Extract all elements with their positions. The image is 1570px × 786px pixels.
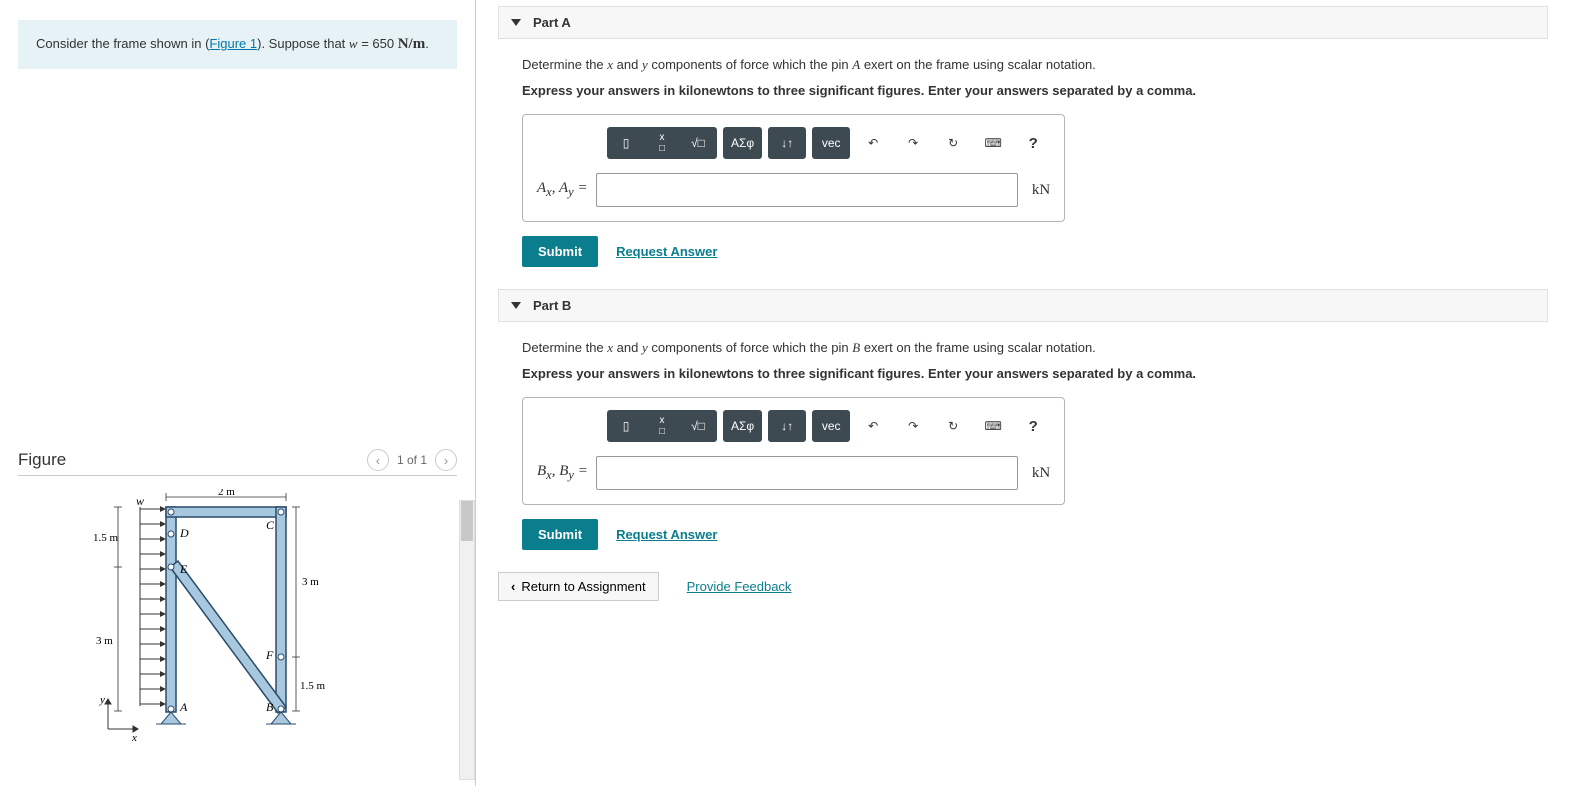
redo-button[interactable]: ↷ (896, 129, 930, 157)
reset-button[interactable]: ↻ (936, 129, 970, 157)
help-button[interactable]: ? (1016, 412, 1050, 440)
svg-text:1.5 m: 1.5 m (300, 680, 326, 692)
part-a-request-answer-link[interactable]: Request Answer (616, 244, 717, 259)
template-button[interactable]: ▯ (609, 412, 643, 440)
part-b: Part B Determine the x and y components … (498, 289, 1548, 550)
figure-title: Figure (18, 450, 66, 470)
fraction-button[interactable]: x□ (645, 412, 679, 440)
svg-text:B: B (266, 700, 274, 714)
part-a-answer-area: ▯ x□ √□ ΑΣφ ↓↑ vec ↶ ↷ ↻ (522, 114, 1065, 222)
return-button[interactable]: ‹ Return to Assignment (498, 572, 659, 601)
svg-text:A: A (179, 700, 188, 714)
part-b-var-label: Bx, By = (537, 463, 588, 483)
figure-section: Figure ‹ 1 of 1 › (18, 449, 457, 754)
help-button[interactable]: ? (1016, 129, 1050, 157)
keyboard-button[interactable]: ⌨ (976, 129, 1010, 157)
part-b-header[interactable]: Part B (498, 289, 1548, 322)
prompt-end: . (425, 36, 429, 51)
keyboard-button[interactable]: ⌨ (976, 412, 1010, 440)
footer: ‹ Return to Assignment Provide Feedback (498, 572, 1548, 601)
figure-prev-button[interactable]: ‹ (367, 449, 389, 471)
svg-text:2 m: 2 m (218, 489, 235, 498)
vec-button[interactable]: vec (814, 129, 848, 157)
caret-down-icon (511, 19, 521, 26)
part-b-request-answer-link[interactable]: Request Answer (616, 527, 717, 542)
equation-toolbar: ▯ x□ √□ ΑΣφ ↓↑ vec ↶ ↷ ↻ (607, 127, 1050, 159)
return-label: Return to Assignment (521, 579, 645, 594)
part-a-submit-button[interactable]: Submit (522, 236, 598, 267)
reset-button[interactable]: ↻ (936, 412, 970, 440)
caret-down-icon (511, 302, 521, 309)
undo-button[interactable]: ↶ (856, 412, 890, 440)
prompt-text: Consider the frame shown in ( (36, 36, 209, 51)
part-b-unit: kN (1032, 465, 1050, 482)
var-unit: N/m (398, 36, 426, 52)
vec-button[interactable]: vec (814, 412, 848, 440)
svg-text:x: x (131, 732, 137, 744)
part-a-unit: kN (1032, 182, 1050, 199)
var-eq: = 650 (358, 36, 398, 51)
sqrt-button[interactable]: √□ (681, 412, 715, 440)
var-w: w (349, 36, 358, 51)
greek-button[interactable]: ΑΣφ (725, 412, 760, 440)
svg-text:F: F (265, 648, 274, 662)
svg-text:E: E (179, 562, 188, 576)
svg-text:D: D (179, 526, 189, 540)
equation-toolbar-b: ▯ x□ √□ ΑΣφ ↓↑ vec ↶ ↷ ↻ (607, 410, 1050, 442)
greek-button[interactable]: ΑΣφ (725, 129, 760, 157)
svg-text:y: y (99, 694, 105, 706)
redo-button[interactable]: ↷ (896, 412, 930, 440)
figure-link[interactable]: Figure 1 (209, 36, 257, 51)
part-b-instruction: Determine the x and y components of forc… (522, 338, 1524, 358)
figure-image: w 2 m D C E F A B 1.5 m 3 m 3 m 1.5 m y … (18, 484, 457, 754)
figure-page-indicator: 1 of 1 (397, 453, 427, 467)
part-b-answer-area: ▯ x□ √□ ΑΣφ ↓↑ vec ↶ ↷ ↻ (522, 397, 1065, 505)
svg-text:1.5 m: 1.5 m (93, 532, 119, 544)
subsup-button[interactable]: ↓↑ (770, 129, 804, 157)
part-a-title: Part A (533, 15, 571, 30)
prompt-text2: ). Suppose that (257, 36, 349, 51)
sqrt-button[interactable]: √□ (681, 129, 715, 157)
part-a-header[interactable]: Part A (498, 6, 1548, 39)
svg-text:3 m: 3 m (302, 576, 319, 588)
part-a-input[interactable] (596, 173, 1018, 207)
undo-button[interactable]: ↶ (856, 129, 890, 157)
part-a-format: Express your answers in kilonewtons to t… (522, 81, 1524, 101)
part-b-format: Express your answers in kilonewtons to t… (522, 364, 1524, 384)
problem-statement: Consider the frame shown in (Figure 1). … (18, 20, 457, 69)
svg-text:C: C (266, 518, 275, 532)
chevron-left-icon: ‹ (511, 579, 515, 594)
svg-text:3 m: 3 m (96, 635, 113, 647)
part-b-submit-button[interactable]: Submit (522, 519, 598, 550)
part-b-input[interactable] (596, 456, 1018, 490)
part-a-var-label: Ax, Ay = (537, 180, 588, 200)
template-button[interactable]: ▯ (609, 129, 643, 157)
figure-next-button[interactable]: › (435, 449, 457, 471)
part-a-instruction: Determine the x and y components of forc… (522, 55, 1524, 75)
feedback-link[interactable]: Provide Feedback (687, 579, 792, 594)
figure-pager: ‹ 1 of 1 › (367, 449, 457, 471)
left-scrollbar[interactable] (459, 500, 475, 780)
fraction-button[interactable]: x□ (645, 129, 679, 157)
subsup-button[interactable]: ↓↑ (770, 412, 804, 440)
part-b-title: Part B (533, 298, 571, 313)
svg-text:w: w (136, 494, 144, 508)
part-a: Part A Determine the x and y components … (498, 6, 1548, 267)
